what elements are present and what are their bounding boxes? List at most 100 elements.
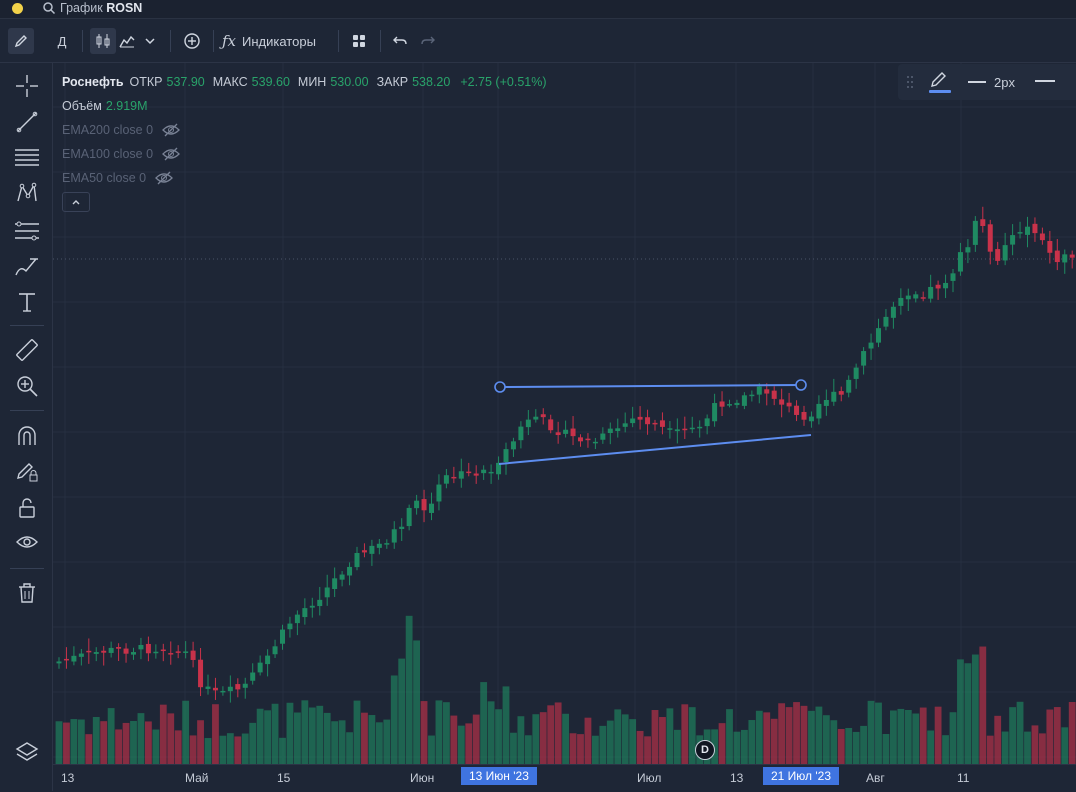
line-style-button[interactable] <box>1035 80 1055 82</box>
interval-button[interactable]: Д <box>50 28 74 54</box>
compare-button[interactable] <box>178 28 206 54</box>
brush-tool[interactable] <box>13 254 41 280</box>
low-label: МИН <box>297 75 327 89</box>
delete-tool[interactable] <box>13 580 41 606</box>
volume-bar <box>77 719 85 764</box>
pattern-tool[interactable] <box>13 180 41 206</box>
candle-body <box>86 650 92 653</box>
eye-hidden-icon[interactable] <box>161 146 181 162</box>
redo-button[interactable] <box>416 28 440 54</box>
volume-bar <box>413 640 420 764</box>
chart-type-dropdown[interactable] <box>140 28 160 54</box>
candle-body <box>1039 233 1045 241</box>
pencil-button[interactable] <box>8 28 34 54</box>
volume-bar <box>800 705 808 764</box>
crosshair-tool[interactable] <box>13 73 41 99</box>
indicator-row[interactable]: EMA200 close 0 <box>62 118 547 142</box>
daily-badge[interactable]: D <box>695 740 715 760</box>
volume-bar <box>688 707 696 764</box>
line-width-button[interactable]: 2px <box>968 72 1015 92</box>
candles-button[interactable] <box>90 28 116 54</box>
indicators-button[interactable]: ƒx Индикаторы <box>222 28 330 54</box>
search-icon[interactable] <box>42 1 56 15</box>
candle-body <box>972 220 978 245</box>
symbol-name[interactable]: Роснефть <box>62 74 124 90</box>
object-tree-tool[interactable] <box>13 739 41 765</box>
candle-body <box>786 402 792 407</box>
volume-bar <box>204 738 212 764</box>
badge-label: D <box>701 744 709 756</box>
candle-body <box>324 587 330 598</box>
volume-bar <box>92 716 100 764</box>
volume-bar <box>778 703 786 764</box>
volume-bar <box>726 709 733 764</box>
candle-body <box>384 543 390 545</box>
candle-body <box>965 247 971 253</box>
candle-body <box>563 429 569 434</box>
time-axis-label: 15 <box>277 771 291 785</box>
volume-bar <box>1068 702 1076 764</box>
time-axis-label: Май <box>185 771 209 785</box>
candle-body <box>168 653 174 655</box>
line-width-label: 2px <box>994 74 1015 90</box>
layouts-button[interactable] <box>346 28 372 54</box>
lock-drawing-tool[interactable] <box>13 458 41 484</box>
candle-body <box>399 526 405 529</box>
zoom-tool[interactable] <box>13 373 41 399</box>
volume-bar <box>659 717 666 764</box>
volume-bar <box>383 719 391 764</box>
volume-bar <box>122 722 130 764</box>
candle-body <box>317 599 323 607</box>
drag-handle-icon[interactable] <box>906 75 914 89</box>
candle-body <box>868 342 874 349</box>
trend-line-tool[interactable] <box>13 109 41 135</box>
low-value: 530.00 <box>330 75 369 89</box>
eye-hidden-icon[interactable] <box>154 170 174 186</box>
volume-bar <box>986 735 994 764</box>
candle-body <box>421 499 427 511</box>
visibility-tool[interactable] <box>13 530 41 556</box>
lock-tool[interactable] <box>13 495 41 521</box>
candle-body <box>890 306 896 318</box>
text-tool[interactable] <box>13 289 41 315</box>
candle-body <box>682 428 688 431</box>
fib-retracement-icon <box>15 221 39 241</box>
legend-collapse-button[interactable] <box>62 192 90 212</box>
volume-bar <box>1046 709 1054 764</box>
candle-body <box>689 427 695 430</box>
title-symbol: ROSN <box>106 1 143 15</box>
grid-icon <box>353 35 365 47</box>
line-width-sample <box>968 81 986 83</box>
eye-hidden-icon[interactable] <box>161 122 181 138</box>
horizontal-lines-tool[interactable] <box>13 144 41 170</box>
plus-circle-icon <box>184 33 200 49</box>
time-axis[interactable]: 13 Май 15 Июн 13 Июн '23 Июл 13 21 Июл '… <box>53 764 1076 792</box>
resistance-line <box>499 384 802 388</box>
volume-bar <box>897 708 905 764</box>
ruler-tool[interactable] <box>13 337 41 363</box>
area-chart-button[interactable] <box>116 28 138 54</box>
indicator-label: EMA100 close 0 <box>62 147 154 161</box>
volume-row: Объём 2.919M <box>62 94 547 118</box>
magnet-tool[interactable] <box>13 423 41 449</box>
indicator-row[interactable]: EMA50 close 0 <box>62 166 547 190</box>
undo-button[interactable] <box>388 28 412 54</box>
line-color-button[interactable] <box>928 70 952 96</box>
brush-icon <box>15 258 38 276</box>
candle-body <box>1010 235 1016 245</box>
window-title[interactable]: График ROSN <box>60 1 142 15</box>
candle-body <box>1047 240 1053 253</box>
candle-body <box>391 529 397 543</box>
candle-body <box>458 471 464 479</box>
candle-body <box>466 471 472 474</box>
fib-tool[interactable] <box>13 218 41 244</box>
candle-body <box>630 418 636 424</box>
candle-body <box>533 416 539 420</box>
volume-bar <box>845 727 853 764</box>
indicator-row[interactable]: EMA100 close 0 <box>62 142 547 166</box>
candle-body <box>451 476 457 479</box>
candle-body <box>913 294 919 299</box>
candle-body <box>1002 245 1008 261</box>
candle-body <box>823 399 829 406</box>
zoom-in-icon <box>17 376 38 397</box>
